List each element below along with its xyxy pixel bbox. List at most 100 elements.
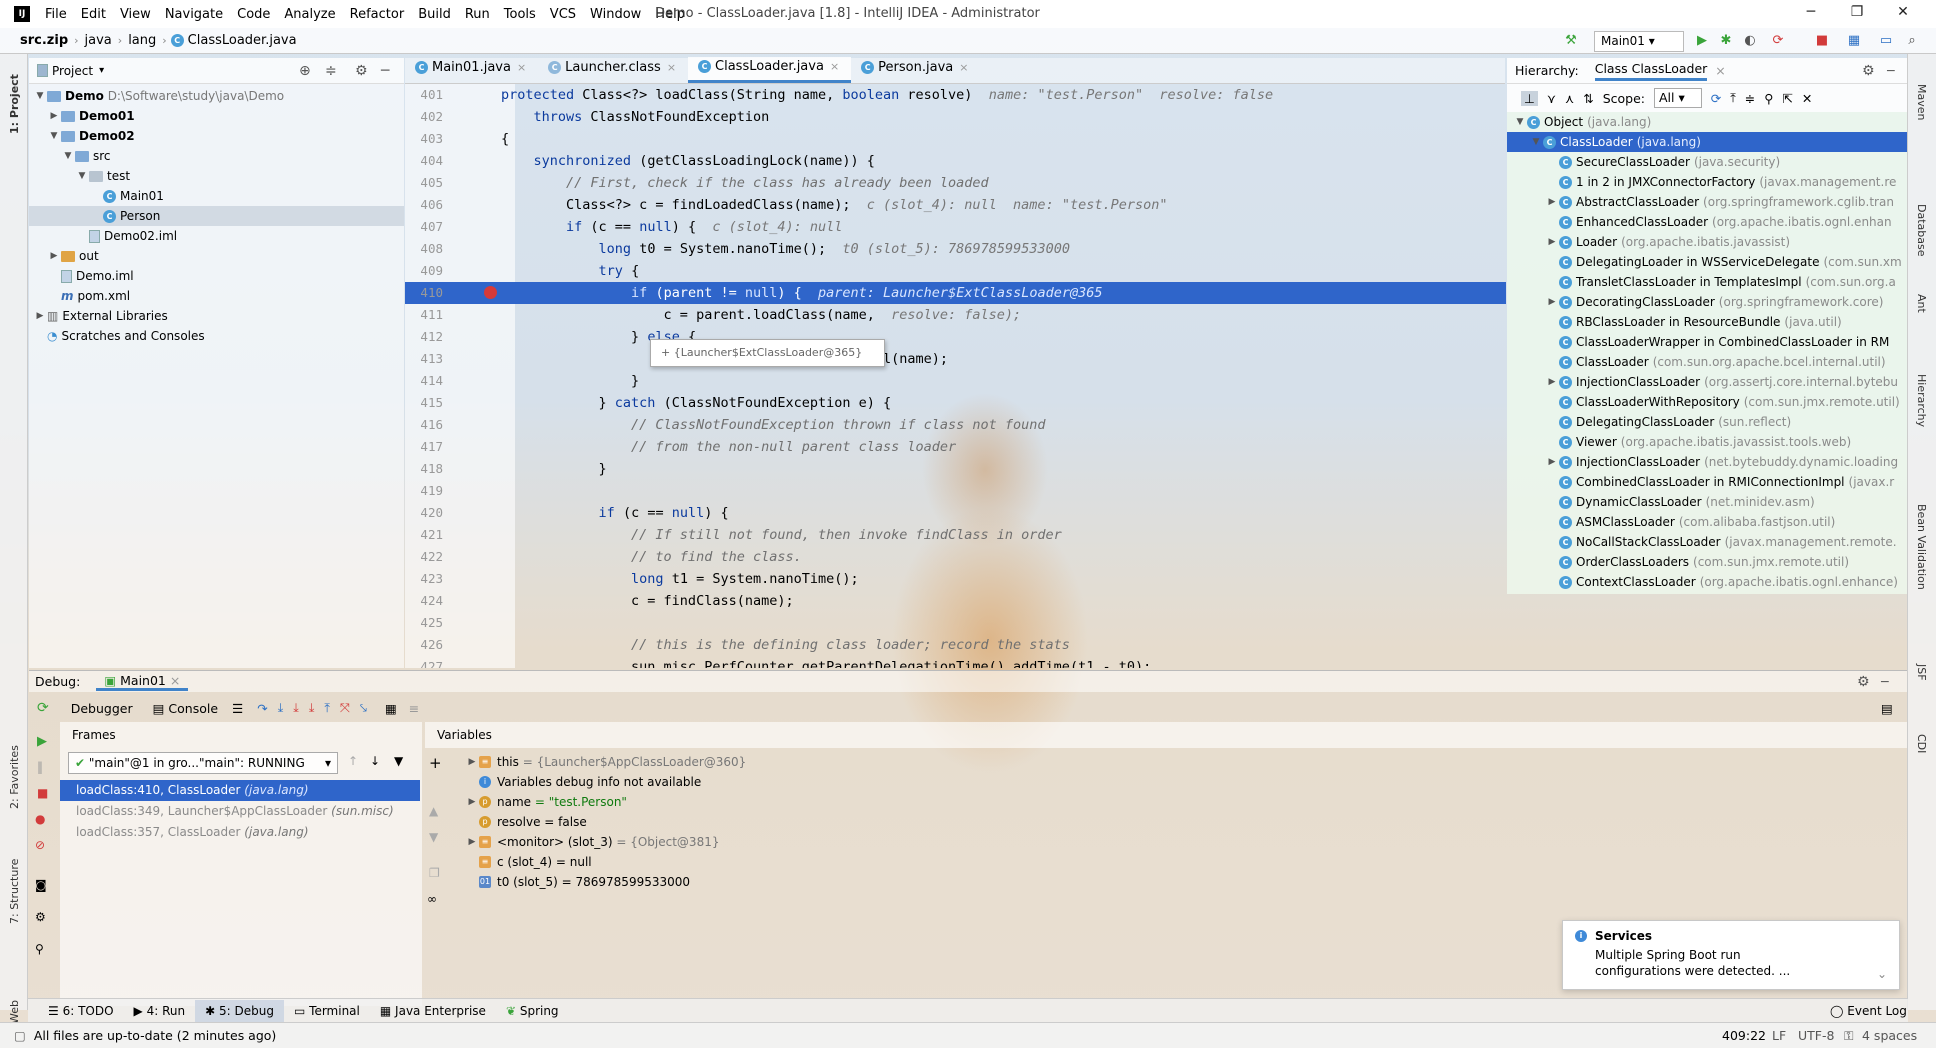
code-line[interactable]: 419 bbox=[405, 480, 1506, 502]
tab-todo[interactable]: ☰ 6: TODO bbox=[38, 1004, 124, 1018]
camera-icon[interactable]: ◙ bbox=[35, 878, 47, 892]
code-line[interactable]: 403 { bbox=[405, 128, 1506, 150]
tree-item-demo01[interactable]: ▶ Demo01 bbox=[47, 106, 135, 126]
step-over-icon[interactable]: ⤓ bbox=[278, 700, 284, 716]
down-icon[interactable]: ▼ bbox=[429, 830, 438, 844]
code-line[interactable]: 418 } bbox=[405, 458, 1506, 480]
line-number[interactable]: 417 bbox=[405, 436, 443, 458]
tree-item-test[interactable]: ▼ test bbox=[75, 166, 131, 186]
debugger-tab[interactable]: Debugger bbox=[71, 701, 133, 716]
hierarchy-row[interactable]: C CombinedClassLoader in RMIConnectionImp… bbox=[1507, 472, 1907, 492]
tree-item-out[interactable]: ▶ out bbox=[47, 246, 99, 266]
frame-row[interactable]: loadClass:410, ClassLoader (java.lang) bbox=[60, 780, 420, 801]
hierarchy-row[interactable]: ▶ C InjectionClassLoader (org.assertj.core.… bbox=[1507, 372, 1907, 392]
hide-icon[interactable]: ─ bbox=[1881, 674, 1889, 689]
collapsed-arrow-icon[interactable]: ▶ bbox=[1545, 237, 1559, 247]
code-line[interactable]: 409 try { bbox=[405, 260, 1506, 282]
menu-run[interactable]: Run bbox=[458, 7, 497, 22]
restore-layout-icon[interactable]: ▤ bbox=[1881, 701, 1893, 716]
chevron-down-icon[interactable]: ▾ bbox=[99, 65, 104, 76]
scope-select[interactable]: All ▾ bbox=[1653, 88, 1702, 108]
line-number[interactable]: 416 bbox=[405, 414, 443, 436]
rerun-icon[interactable]: ⟳ bbox=[37, 700, 49, 716]
copy-icon[interactable]: ❐ bbox=[429, 866, 440, 880]
pause-icon[interactable]: ‖ bbox=[37, 760, 43, 774]
supertypes-icon[interactable]: ⋎ bbox=[1547, 91, 1556, 106]
hierarchy-row[interactable]: C Viewer (org.apache.ibatis.javassist.tool… bbox=[1507, 432, 1907, 452]
code-line[interactable]: 420 if (c == null) { bbox=[405, 502, 1506, 524]
hierarchy-row[interactable]: C ClassLoaderWrapper in CombinedClassLoad… bbox=[1507, 332, 1907, 352]
subtypes-icon[interactable]: ⋏ bbox=[1565, 91, 1574, 106]
tab-debug[interactable]: ✱ 5: Debug bbox=[195, 999, 284, 1022]
run-icon[interactable]: ▶ bbox=[1694, 33, 1710, 49]
line-number[interactable]: 425 bbox=[405, 612, 443, 634]
tree-item-demo02[interactable]: ▼ Demo02 bbox=[47, 126, 135, 146]
line-number[interactable]: 422 bbox=[405, 546, 443, 568]
drop-frame-icon[interactable]: ⤧ bbox=[340, 700, 350, 716]
minimize-button[interactable]: ─ bbox=[1796, 4, 1826, 20]
line-number[interactable]: 405 bbox=[405, 172, 443, 194]
tree-item-scratches[interactable]: ◔ Scratches and Consoles bbox=[47, 326, 205, 346]
gear-icon[interactable]: ⚙ bbox=[1857, 674, 1870, 690]
hierarchy-tab[interactable]: Class ClassLoader bbox=[1594, 61, 1708, 81]
right-stripe-button[interactable]: Hierarchy bbox=[1915, 374, 1928, 427]
thread-select[interactable]: ✔ "main"@1 in gro..."main": RUNNING ▾ bbox=[68, 752, 338, 774]
console-tab[interactable]: Console bbox=[168, 701, 218, 716]
new-watch-icon[interactable]: + bbox=[429, 754, 442, 772]
hierarchy-row[interactable]: C DelegatingClassLoader (sun.reflect) bbox=[1507, 412, 1907, 432]
sort-alpha-icon[interactable]: ⇅ bbox=[1583, 91, 1593, 106]
status-toggle-icon[interactable]: ▢ bbox=[14, 1028, 26, 1043]
layout-icon[interactable]: ▭ bbox=[1878, 33, 1894, 49]
expanded-arrow-icon[interactable]: ▼ bbox=[61, 151, 75, 161]
tree-item-demo[interactable]: ▼ Demo D:\Software\study\java\Demo bbox=[33, 86, 285, 106]
stop-icon[interactable]: ■ bbox=[1814, 33, 1830, 49]
hierarchy-row[interactable]: ▼ C Object (java.lang) bbox=[1507, 112, 1907, 132]
hierarchy-row[interactable]: ▶ C InjectionClassLoader (net.bytebuddy.dyn… bbox=[1507, 452, 1907, 472]
menu-build[interactable]: Build bbox=[411, 7, 458, 22]
menu-refactor[interactable]: Refactor bbox=[343, 7, 412, 22]
tree-item-demo02-iml[interactable]: Demo02.iml bbox=[89, 226, 177, 246]
collapsed-arrow-icon[interactable]: ▶ bbox=[47, 251, 61, 261]
step-into-icon[interactable]: ⤓ bbox=[293, 700, 299, 716]
menu-vcs[interactable]: VCS bbox=[543, 7, 583, 22]
collapsed-arrow-icon[interactable]: ▶ bbox=[47, 111, 61, 121]
menu-window[interactable]: Window bbox=[583, 7, 648, 22]
right-stripe-button[interactable]: JSF bbox=[1915, 664, 1928, 681]
hierarchy-row[interactable]: C ASMClassLoader (com.alibaba.fastjson.uti… bbox=[1507, 512, 1907, 532]
force-step-into-icon[interactable]: ⤓ bbox=[309, 700, 315, 716]
code-line[interactable]: 415 } catch (ClassNotFoundException e) { bbox=[405, 392, 1506, 414]
collapse-all-icon[interactable]: ≑ bbox=[1745, 91, 1755, 106]
line-separator[interactable]: LF bbox=[1772, 1028, 1786, 1043]
code-line[interactable]: 426 // this is the defining class loader… bbox=[405, 634, 1506, 656]
variable-row[interactable]: ▶ ≡ <monitor> (slot_3) = {Object@381} bbox=[465, 832, 720, 852]
step-out-icon[interactable]: ⤒ bbox=[324, 700, 330, 716]
indent-setting[interactable]: 4 spaces bbox=[1862, 1028, 1917, 1043]
variable-row[interactable]: ▶ ≡ this = {Launcher$AppClassLoader@360} bbox=[465, 752, 747, 772]
line-number[interactable]: 411 bbox=[405, 304, 443, 326]
expanded-arrow-icon[interactable]: ▼ bbox=[33, 91, 47, 101]
tree-item-demo-iml[interactable]: Demo.iml bbox=[61, 266, 134, 286]
caret-position[interactable]: 409:22 bbox=[1722, 1028, 1766, 1043]
favorites-stripe-button[interactable]: 2: Favorites bbox=[8, 745, 21, 809]
expanded-arrow-icon[interactable]: ▼ bbox=[1529, 137, 1543, 147]
code-line[interactable]: 413 c = findBootstrapClassOrNull(name); bbox=[405, 348, 1506, 370]
trace-icon[interactable]: ≡ bbox=[409, 701, 419, 716]
hierarchy-row[interactable]: C ClassLoaderWithRepository (com.sun.jmx.r… bbox=[1507, 392, 1907, 412]
tab-main01[interactable]: C Main01.java × bbox=[405, 57, 538, 83]
collapsed-arrow-icon[interactable]: ▶ bbox=[33, 311, 47, 321]
line-number[interactable]: 412 bbox=[405, 326, 443, 348]
evaluate-icon[interactable]: ▦ bbox=[385, 701, 397, 716]
collapsed-arrow-icon[interactable]: ▶ bbox=[1545, 297, 1559, 307]
layout-icon[interactable]: ☰ bbox=[232, 701, 243, 716]
line-number[interactable]: 419 bbox=[405, 480, 443, 502]
refresh-icon[interactable]: ⟳ bbox=[1711, 91, 1721, 106]
tree-item-src[interactable]: ▼ src bbox=[61, 146, 111, 166]
line-number[interactable]: 407 bbox=[405, 216, 443, 238]
close-icon[interactable]: × bbox=[830, 60, 839, 73]
search-icon[interactable]: ⌕ bbox=[1904, 33, 1920, 49]
code-line[interactable]: 425 bbox=[405, 612, 1506, 634]
structure-stripe-button[interactable]: 7: Structure bbox=[8, 859, 21, 924]
hide-icon[interactable]: ─ bbox=[1887, 63, 1895, 78]
debug-session-tab[interactable]: ▣ Main01 × bbox=[96, 673, 189, 691]
menu-file[interactable]: File bbox=[38, 7, 74, 22]
